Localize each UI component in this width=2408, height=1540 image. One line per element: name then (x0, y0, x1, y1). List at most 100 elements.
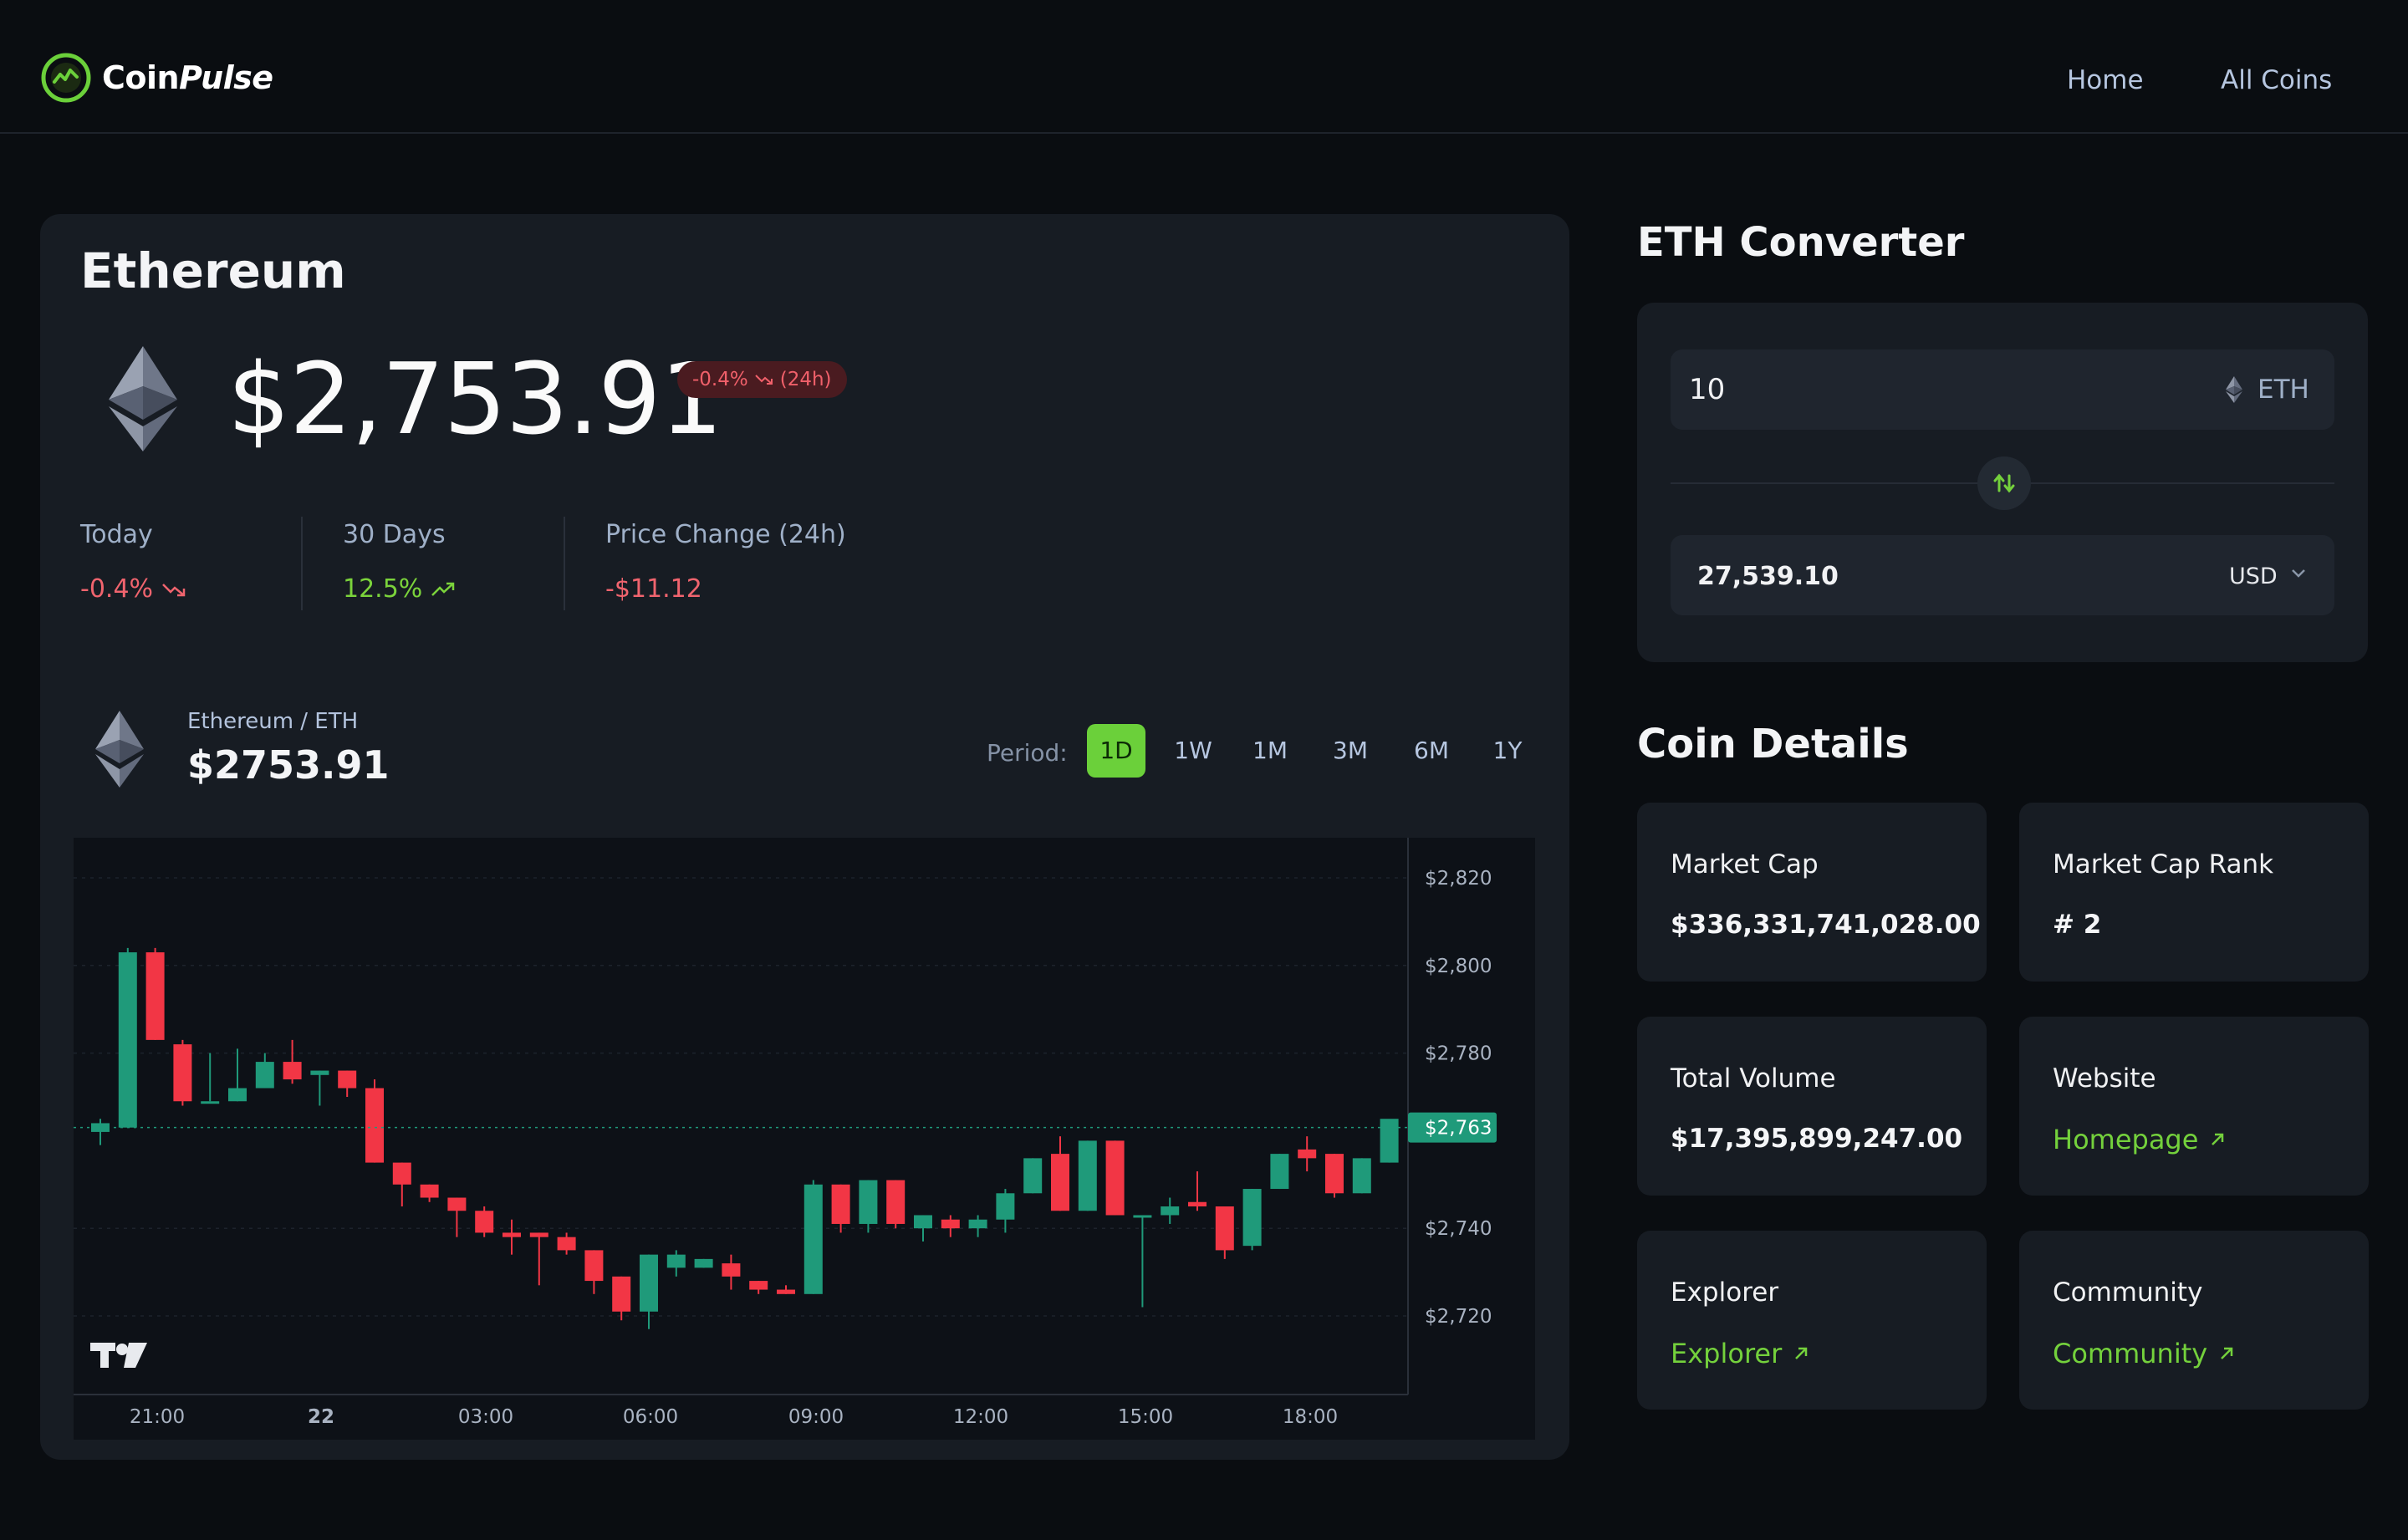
stat-divider (301, 517, 303, 610)
market-cap-value: $336,331,741,028.00 (1671, 910, 1981, 940)
price-chart[interactable]: $2,820 $2,800 $2,780 $2,740 $2,720 $2,763 21:0… (74, 838, 1535, 1440)
community-card: Community Community (2019, 1231, 2369, 1410)
candle (201, 1101, 220, 1104)
explorer-card: Explorer Explorer (1637, 1231, 1987, 1410)
candlestick-chart[interactable]: $2,820 $2,800 $2,780 $2,740 $2,720 $2,763 21:0… (74, 838, 1535, 1440)
stat-today: Today -0.4% (80, 520, 186, 604)
website-label: Website (2053, 1063, 2156, 1094)
candle (420, 1184, 439, 1198)
logo-text-suffix: Pulse (179, 59, 273, 96)
tradingview-logo-icon[interactable] (90, 1343, 147, 1368)
candle (1298, 1149, 1317, 1159)
community-link[interactable]: Community (2053, 1338, 2234, 1369)
stat-today-value-wrap: -0.4% (80, 574, 186, 604)
period-1d-button[interactable]: 1D (1087, 724, 1145, 778)
candle (1133, 1215, 1152, 1218)
pair-price: $2753.91 (187, 742, 390, 788)
nav-home-link[interactable]: Home (2067, 65, 2144, 95)
market-cap-label: Market Cap (1671, 849, 1819, 880)
pair-name: Ethereum / ETH (187, 709, 359, 734)
website-card: Website Homepage (2019, 1017, 2369, 1196)
price-change-badge-value: -0.4% (692, 369, 748, 390)
trend-up-icon (431, 582, 455, 596)
current-price: $2,753.91 (227, 341, 723, 456)
converter-amount-field[interactable]: 10 ETH (1671, 349, 2334, 430)
y-tick-label: $2,780 (1425, 1043, 1492, 1065)
candle (1215, 1206, 1234, 1251)
coin-name: Ethereum (80, 242, 346, 299)
candle (968, 1219, 987, 1229)
x-tick-label: 21:00 (130, 1406, 185, 1428)
x-tick-label: 18:00 (1283, 1406, 1338, 1428)
homepage-link[interactable]: Homepage (2053, 1124, 2225, 1155)
external-link-icon (1795, 1347, 1808, 1359)
candle (1051, 1154, 1069, 1211)
candle (722, 1263, 741, 1277)
x-tick-label: 15:00 (1118, 1406, 1173, 1428)
candle (529, 1232, 548, 1237)
candle (1352, 1158, 1371, 1194)
candle (749, 1281, 768, 1290)
stat-30-days: 30 Days 12.5% (343, 520, 456, 604)
x-tick-label: 06:00 (623, 1406, 678, 1428)
candle (612, 1276, 631, 1312)
explorer-label: Explorer (1671, 1277, 1779, 1308)
stat-30-days-label: 30 Days (343, 520, 446, 549)
converter-result-field[interactable]: 27,539.10 USD (1671, 535, 2334, 615)
y-tick-label: $2,740 (1425, 1218, 1492, 1240)
candle (886, 1180, 906, 1224)
converter-result-value: 27,539.10 (1697, 562, 1839, 591)
homepage-link-text[interactable]: Homepage (2053, 1124, 2198, 1155)
candle (584, 1250, 604, 1282)
explorer-link[interactable]: Explorer (1671, 1338, 1809, 1369)
candle (1380, 1119, 1399, 1163)
candle (283, 1062, 302, 1080)
ethereum-icon (2226, 376, 2242, 403)
explorer-link-text[interactable]: Explorer (1671, 1338, 1782, 1369)
converter-to-currency[interactable]: USD (2229, 563, 2278, 589)
converter-title: ETH Converter (1637, 219, 1965, 266)
logo[interactable]: CoinPulse (40, 52, 273, 104)
converter-amount-value[interactable]: 10 (1689, 373, 1725, 406)
stat-price-change-value: -$11.12 (605, 574, 702, 604)
candle (338, 1070, 357, 1089)
candle (996, 1193, 1015, 1220)
logo-text-prefix: Coin (102, 59, 180, 96)
candle (503, 1232, 521, 1237)
candle (173, 1044, 192, 1102)
period-1m-button[interactable]: 1M (1241, 724, 1299, 778)
stat-today-label: Today (80, 520, 153, 549)
candle (475, 1211, 494, 1233)
candle (557, 1237, 576, 1251)
stat-divider (564, 517, 565, 610)
swap-button[interactable] (1977, 456, 2031, 510)
candle (831, 1184, 850, 1224)
candle (1242, 1189, 1262, 1247)
x-tick-label: 03:00 (458, 1406, 513, 1428)
total-volume-card: Total Volume $17,395,899,247.00 (1637, 1017, 1987, 1196)
x-tick-label: 22 (308, 1406, 334, 1428)
community-link-text[interactable]: Community (2053, 1338, 2207, 1369)
price-change-badge-suffix: (24h) (779, 369, 832, 390)
stat-30-days-value-wrap: 12.5% (343, 574, 456, 604)
candle (1078, 1140, 1097, 1211)
period-6m-button[interactable]: 6M (1402, 724, 1461, 778)
chevron-down-icon[interactable] (2291, 569, 2306, 579)
x-tick-label: 12:00 (953, 1406, 1008, 1428)
candle (1270, 1154, 1289, 1190)
x-tick-label: 09:00 (788, 1406, 844, 1428)
candle (941, 1219, 960, 1229)
candle (640, 1254, 658, 1312)
candle (1325, 1154, 1344, 1194)
nav-all-coins-link[interactable]: All Coins (2221, 65, 2332, 95)
period-1y-button[interactable]: 1Y (1478, 724, 1537, 778)
period-1w-button[interactable]: 1W (1164, 724, 1222, 778)
swap-arrows-icon (1993, 473, 2015, 493)
candle (666, 1254, 686, 1268)
period-3m-button[interactable]: 3M (1321, 724, 1380, 778)
candle (310, 1070, 329, 1075)
market-cap-card: Market Cap $336,331,741,028.00 (1637, 803, 1987, 982)
y-tick-label: $2,820 (1425, 868, 1492, 890)
y-tick-label: $2,720 (1425, 1306, 1492, 1328)
ethereum-icon (95, 711, 144, 788)
